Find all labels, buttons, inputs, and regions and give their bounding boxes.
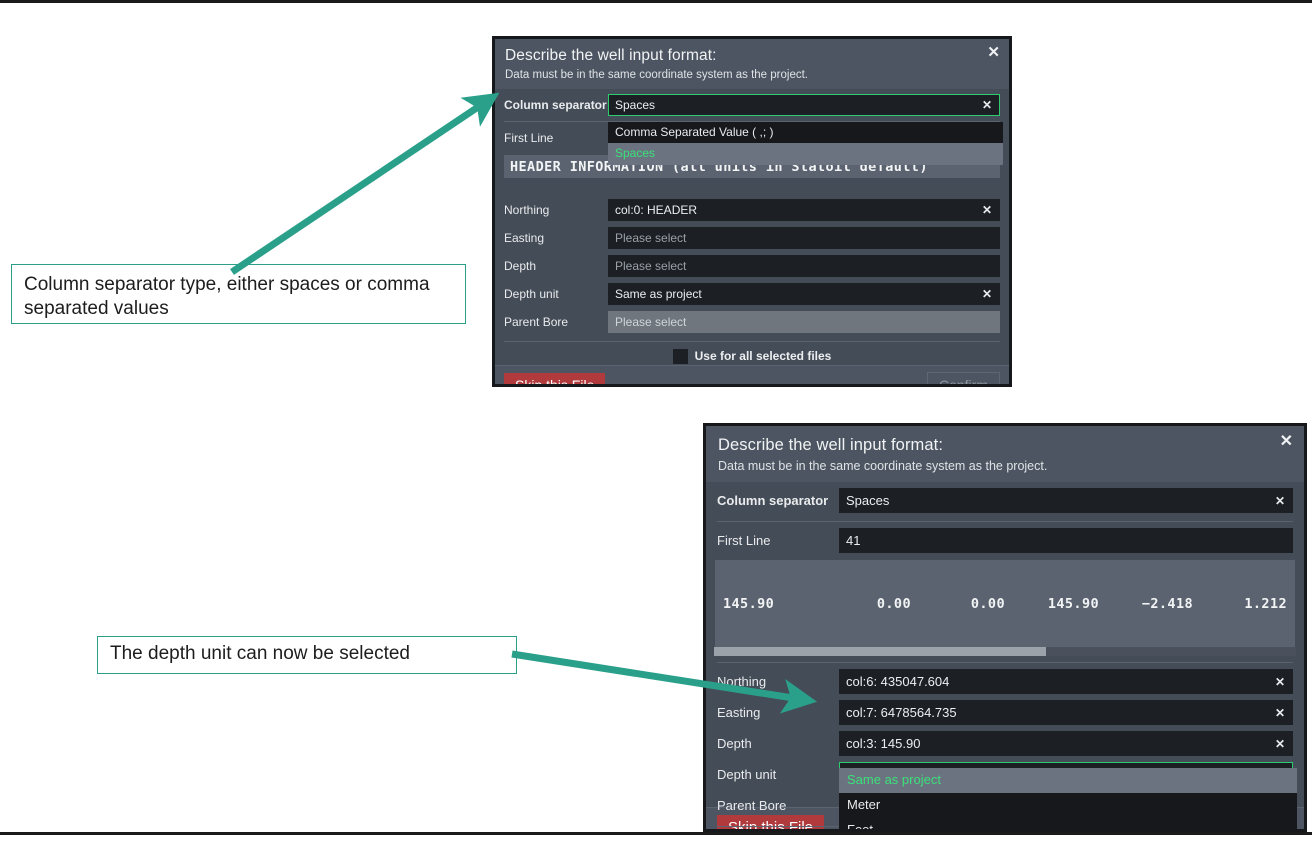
dialog1-row-depth: Depth Please select [495, 252, 1009, 280]
dialog1-label-depth: Depth [504, 258, 537, 273]
dialog1-value-depth-unit: Same as project [615, 286, 702, 301]
arrow-to-column-separator [230, 92, 500, 275]
dialog2-divider-1 [717, 521, 1293, 523]
dialog2-divider-2 [717, 662, 1293, 664]
dialog1-input-depth-unit[interactable]: Same as project ✕ [608, 282, 1000, 305]
well-input-format-dialog-1: Describe the well input format: Data mus… [492, 36, 1012, 387]
dropdown-option-spaces[interactable]: Spaces [608, 143, 1003, 165]
callout-column-separator: Column separator type, either spaces or … [11, 264, 466, 324]
dialog1-input-depth[interactable]: Please select [608, 254, 1000, 277]
clear-icon[interactable]: ✕ [982, 203, 992, 217]
dialog2-label-depth-unit: Depth unit [717, 767, 777, 783]
dropdown-option-same-as-project[interactable]: Same as project [839, 768, 1297, 794]
clear-icon[interactable]: ✕ [1275, 494, 1285, 508]
preview-col-2: 0.00 [970, 596, 1005, 613]
dialog2-row-first-line: First Line 41 [706, 525, 1304, 556]
preview-col-0: 145.90 [723, 596, 775, 613]
dialog1-row-northing: Northing col:0: HEADER ✕ [495, 196, 1009, 224]
dialog1-label-first-line: First Line [504, 130, 554, 145]
dialog1-label-use-all-files: Use for all selected files [694, 349, 832, 364]
dialog2-label-easting: Easting [717, 705, 761, 721]
close-icon[interactable]: ✕ [1280, 434, 1293, 450]
dialog2-row-northing: Northing col:6: 435047.604 ✕ [706, 666, 1304, 697]
dialog1-label-depth-unit: Depth unit [504, 286, 559, 301]
dialog2-value-northing: col:6: 435047.604 [846, 674, 950, 690]
dropdown-option-meter[interactable]: Meter [839, 793, 1297, 818]
clear-icon[interactable]: ✕ [1275, 737, 1285, 751]
dialog2-label-parent-bore: Parent Bore [717, 798, 787, 814]
dialog2-body: Column separator Spaces ✕ First Line 41 … [706, 482, 1304, 829]
dialog2-value-first-line: 41 [846, 533, 861, 549]
callout-depth-unit-text: The depth unit can now be selected [110, 643, 410, 664]
dialog1-spacer [495, 178, 1009, 196]
dialog1-header: Describe the well input format: Data mus… [495, 39, 1009, 89]
confirm-button[interactable]: Confirm [926, 371, 1000, 384]
preview-col-3: 145.90 [1047, 596, 1099, 613]
dialog2-input-depth[interactable]: col:3: 145.90 ✕ [839, 731, 1293, 757]
callout-column-separator-text: Column separator type, either spaces or … [24, 274, 430, 320]
clear-icon[interactable]: ✕ [982, 98, 992, 112]
dropdown-option-comma[interactable]: Comma Separated Value ( ,; ) [608, 122, 1003, 143]
dialog1-value-parent-bore: Please select [615, 314, 687, 329]
dialog2-input-column-separator[interactable]: Spaces ✕ [839, 488, 1293, 514]
dialog1-row-column-separator: Column separator Spaces ✕ [495, 89, 1009, 119]
dialog2-label-first-line: First Line [717, 533, 771, 549]
dialog2-value-column-separator: Spaces [846, 493, 890, 509]
use-for-all-files-checkbox[interactable] [672, 348, 688, 364]
close-icon[interactable]: ✕ [987, 45, 1000, 60]
dialog1-value-easting: Please select [615, 230, 687, 245]
dialog1-input-column-separator[interactable]: Spaces ✕ [608, 93, 1000, 116]
dialog1-row-depth-unit: Depth unit Same as project ✕ [495, 280, 1009, 308]
dialog2-row-depth: Depth col:3: 145.90 ✕ [706, 728, 1304, 759]
dialog1-value-depth: Please select [615, 258, 687, 273]
dialog2-preview-columns: 145.90 0.00 0.00 145.90 −2.418 1.212 [723, 596, 1287, 612]
preview-scrollbar-thumb[interactable] [714, 647, 1046, 657]
dialog2-value-easting: col:7: 6478564.735 [846, 705, 957, 721]
page-bottom-rule [0, 832, 1312, 835]
dialog1-row-easting: Easting Please select [495, 224, 1009, 252]
clear-icon[interactable]: ✕ [1275, 675, 1285, 689]
preview-col-4: −2.418 [1141, 596, 1193, 613]
dialog1-input-parent-bore: Please select [608, 310, 1000, 333]
dialog2-header: Describe the well input format: Data mus… [706, 426, 1304, 483]
dialog2-depth-unit-dropdown[interactable]: Same as project Meter Feet [839, 768, 1297, 829]
clear-icon[interactable]: ✕ [982, 287, 992, 301]
dialog1-row-parent-bore: Parent Bore Please select [495, 308, 1009, 336]
dialog2-label-depth: Depth [717, 736, 752, 752]
dialog1-column-separator-dropdown[interactable]: Comma Separated Value ( ,; ) Spaces [608, 121, 1003, 165]
skip-this-file-button[interactable]: Skip this File [504, 372, 606, 384]
dialog1-input-northing[interactable]: col:0: HEADER ✕ [608, 198, 1000, 221]
dialog2-label-column-separator: Column separator [717, 493, 829, 509]
callout-depth-unit: The depth unit can now be selected [97, 636, 517, 674]
dialog2-preview-row: 145.90 0.00 0.00 145.90 −2.418 1.212 [715, 560, 1295, 648]
dialog2-row-easting: Easting col:7: 6478564.735 ✕ [706, 697, 1304, 728]
preview-col-1: 0.00 [876, 596, 911, 613]
dialog1-value-column-separator: Spaces [615, 97, 656, 112]
dialog1-row-use-all-files: Use for all selected files [495, 344, 1009, 370]
dialog2-label-northing: Northing [717, 674, 767, 690]
dialog1-body: Column separator Spaces ✕ First Line HEA… [495, 88, 1009, 365]
dialog1-label-easting: Easting [504, 230, 545, 245]
preview-col-5: 1.212 [1244, 596, 1287, 613]
dialog2-input-easting[interactable]: col:7: 6478564.735 ✕ [839, 700, 1293, 726]
dialog2-title: Describe the well input format: [718, 436, 944, 454]
dialog2-subtitle: Data must be in the same coordinate syst… [718, 458, 1048, 473]
dialog1-label-parent-bore: Parent Bore [504, 314, 569, 329]
page-top-rule [0, 0, 1312, 3]
screenshot-page: Describe the well input format: Data mus… [0, 0, 1312, 842]
clear-icon[interactable]: ✕ [1275, 706, 1285, 720]
dialog1-subtitle: Data must be in the same coordinate syst… [505, 69, 808, 82]
dialog2-value-depth: col:3: 145.90 [846, 736, 921, 752]
well-input-format-dialog-2: Describe the well input format: Data mus… [703, 423, 1307, 832]
dialog1-input-easting[interactable]: Please select [608, 226, 1000, 249]
dialog2-input-northing[interactable]: col:6: 435047.604 ✕ [839, 669, 1293, 695]
dialog1-label-northing: Northing [504, 202, 550, 217]
dialog1-value-northing: col:0: HEADER [615, 202, 698, 217]
preview-horizontal-scrollbar[interactable] [714, 647, 1296, 657]
dialog1-title: Describe the well input format: [505, 47, 717, 64]
dialog2-input-first-line[interactable]: 41 [839, 528, 1293, 554]
dialog2-row-column-separator: Column separator Spaces ✕ [706, 482, 1304, 518]
dialog1-label-column-separator: Column separator [504, 97, 607, 112]
dialog1-divider-2 [504, 340, 1000, 342]
